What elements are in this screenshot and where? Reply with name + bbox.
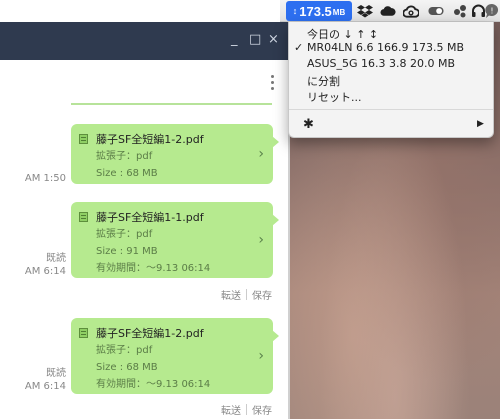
gear-icon[interactable]: ✱ <box>303 117 314 132</box>
previous-message-edge <box>71 103 272 105</box>
maximize-button[interactable]: □ <box>249 32 261 47</box>
file-message[interactable]: 藤子SF全短編1-2.pdf 拡張子：pdf Size : 68 MB 有効期間… <box>71 318 279 394</box>
menu-divider <box>289 109 493 110</box>
forward-link[interactable]: 転送 <box>221 402 241 417</box>
dropdown-header: 今日の ↓ ↑ ↕ <box>307 28 379 41</box>
message-actions: 転送 保存 <box>221 402 272 417</box>
document-icon <box>79 134 88 144</box>
submenu-arrow-icon[interactable]: ▶ <box>477 119 484 129</box>
message-actions: 転送 保存 <box>221 287 272 302</box>
file-extension: 拡張子：pdf <box>96 229 153 240</box>
chevron-right-icon: › <box>258 146 264 162</box>
svg-text:!: ! <box>490 7 493 16</box>
menubar-left <box>0 0 280 22</box>
cloud-icon[interactable] <box>380 3 396 19</box>
file-name: 藤子SF全短編1-1.pdf <box>96 211 204 224</box>
menu-item-mr04ln[interactable]: MR04LN 6.6 166.9 173.5 MB <box>307 41 464 54</box>
divider <box>246 289 247 300</box>
menu-item-reset[interactable]: リセット... <box>307 89 362 105</box>
share-icon[interactable] <box>452 3 468 19</box>
file-message[interactable]: 藤子SF全短編1-2.pdf 拡張子：pdf Size : 68 MB › <box>71 124 279 184</box>
chevron-right-icon: › <box>258 232 264 248</box>
document-icon <box>79 212 88 222</box>
dropbox-icon[interactable] <box>357 3 373 19</box>
menu-item-split[interactable]: に分割 <box>307 73 340 89</box>
message-time: AM 6:14 <box>24 381 66 392</box>
file-size: Size : 68 MB <box>96 362 158 373</box>
file-extension: 拡張子：pdf <box>96 345 153 356</box>
read-receipt: 既読 <box>46 368 66 379</box>
network-speed-menu[interactable]: ↕ 173.5 MB <box>286 1 352 21</box>
chat-icon[interactable]: ! <box>484 3 500 19</box>
file-extension: 拡張子：pdf <box>96 151 153 162</box>
speed-value: 173.5 <box>299 3 332 19</box>
checkmark-icon: ✓ <box>294 41 304 54</box>
close-button[interactable]: × <box>268 32 279 47</box>
file-name: 藤子SF全短編1-2.pdf <box>96 133 204 146</box>
divider <box>246 404 247 415</box>
message-time: AM 6:14 <box>24 266 66 277</box>
file-expiry: 有効期間：〜9.13 06:14 <box>96 263 211 274</box>
toggle-icon[interactable] <box>428 3 444 19</box>
save-link[interactable]: 保存 <box>252 287 272 302</box>
file-message[interactable]: 藤子SF全短編1-1.pdf 拡張子：pdf Size : 91 MB 有効期間… <box>71 202 279 278</box>
read-receipt: 既読 <box>46 253 66 264</box>
save-link[interactable]: 保存 <box>252 402 272 417</box>
file-expiry: 有効期間：〜9.13 06:14 <box>96 379 211 390</box>
creative-cloud-icon[interactable] <box>403 3 419 19</box>
speed-unit: MB <box>332 8 346 17</box>
more-options-icon[interactable] <box>271 75 275 90</box>
network-speed-dropdown: 今日の ↓ ↑ ↕ ✓ MR04LN 6.6 166.9 173.5 MB AS… <box>288 22 494 138</box>
file-size: Size : 91 MB <box>96 246 158 257</box>
chevron-right-icon: › <box>258 348 264 364</box>
forward-link[interactable]: 転送 <box>221 287 241 302</box>
minimize-button[interactable]: _ <box>231 32 238 47</box>
file-size: Size : 68 MB <box>96 168 158 179</box>
app-titlebar <box>0 22 290 60</box>
document-icon <box>79 328 88 338</box>
message-time: AM 1:50 <box>24 173 66 184</box>
updown-arrows-icon: ↕ <box>292 6 298 16</box>
menu-item-asus-5g[interactable]: ASUS_5G 16.3 3.8 20.0 MB <box>307 57 455 70</box>
file-name: 藤子SF全短編1-2.pdf <box>96 327 204 340</box>
